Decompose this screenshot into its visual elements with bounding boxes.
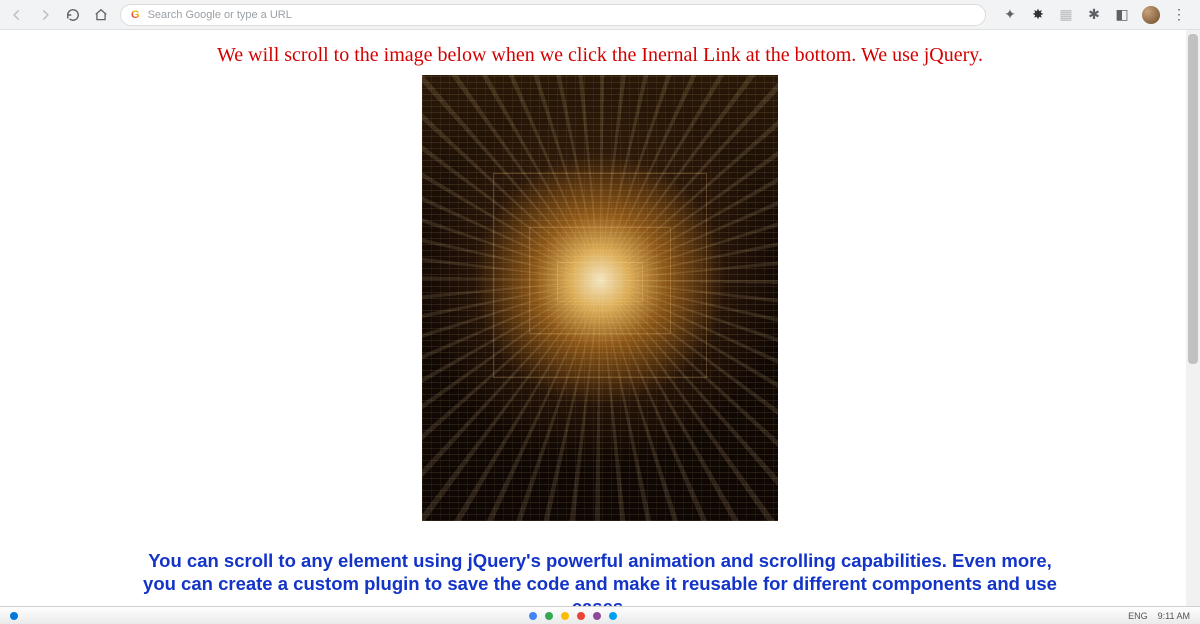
menu-kebab-icon[interactable]: ⋮: [1172, 6, 1186, 23]
forward-button[interactable]: [36, 6, 54, 24]
intro-heading: We will scroll to the image below when w…: [6, 44, 1194, 67]
extension-icon[interactable]: ✦: [1002, 7, 1018, 23]
taskbar-app-icon[interactable]: [577, 612, 585, 620]
taskbar-clock[interactable]: 9:11 AM: [1158, 611, 1190, 621]
taskbar-app-icon[interactable]: [561, 612, 569, 620]
extension-area: ✦ ✸ ▦ ✱ ◧ ⋮: [996, 6, 1192, 24]
taskbar-right: ENG 9:11 AM: [1128, 611, 1190, 621]
browser-toolbar: G Search Google or type a URL ✦ ✸ ▦ ✱ ◧ …: [0, 0, 1200, 30]
back-button[interactable]: [8, 6, 26, 24]
taskbar-app-icon[interactable]: [529, 612, 537, 620]
os-taskbar: ENG 9:11 AM: [0, 606, 1200, 624]
evernote-icon[interactable]: ✸: [1030, 7, 1046, 23]
extension-icon-2[interactable]: ▦: [1058, 7, 1074, 23]
google-icon: G: [131, 9, 140, 21]
side-panel-icon[interactable]: ◧: [1114, 7, 1130, 23]
taskbar-left: [10, 612, 18, 620]
scrollbar-thumb[interactable]: [1188, 34, 1198, 364]
extensions-puzzle-icon[interactable]: ✱: [1086, 7, 1102, 23]
home-button[interactable]: [92, 6, 110, 24]
hero-image: [422, 75, 778, 521]
reload-button[interactable]: [64, 6, 82, 24]
profile-avatar[interactable]: [1142, 6, 1160, 24]
address-bar[interactable]: G Search Google or type a URL: [120, 4, 986, 26]
image-decor: [529, 227, 671, 334]
image-decor: [557, 262, 642, 302]
taskbar-language[interactable]: ENG: [1128, 611, 1148, 621]
taskbar-center: [18, 612, 1128, 620]
vertical-scrollbar[interactable]: [1186, 30, 1200, 606]
taskbar-app-icon[interactable]: [593, 612, 601, 620]
taskbar-app-icon[interactable]: [545, 612, 553, 620]
address-bar-placeholder: Search Google or type a URL: [148, 9, 292, 21]
taskbar-app-icon[interactable]: [10, 612, 18, 620]
taskbar-app-icon[interactable]: [609, 612, 617, 620]
page-content: We will scroll to the image below when w…: [0, 30, 1200, 606]
page-viewport: We will scroll to the image below when w…: [0, 30, 1200, 606]
description-paragraph: You can scroll to any element using jQue…: [130, 549, 1070, 606]
image-decor: [493, 173, 707, 378]
